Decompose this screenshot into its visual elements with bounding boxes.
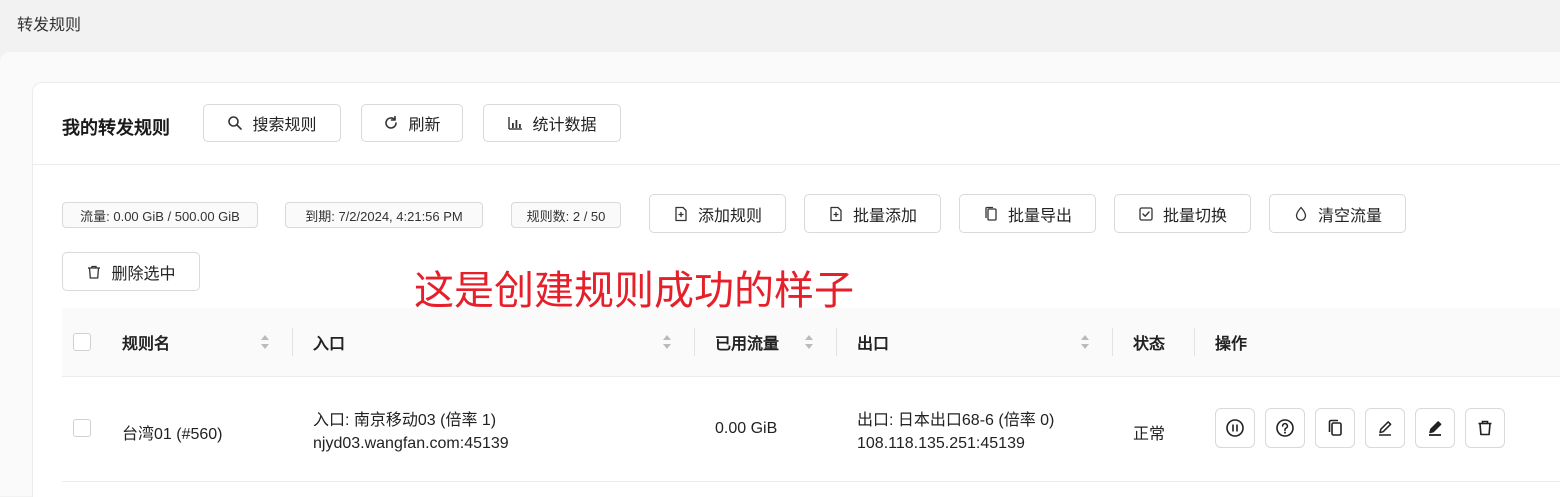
entry-address: njyd03.wangfan.com:45139 (313, 435, 509, 452)
help-icon (1276, 419, 1294, 437)
quick-edit-button[interactable] (1415, 408, 1455, 448)
search-rules-label: 搜索规则 (252, 117, 317, 134)
search-rules-button[interactable]: 搜索规则 (203, 104, 341, 142)
clear-traffic-button[interactable]: 清空流量 (1269, 194, 1406, 233)
pause-button[interactable] (1215, 408, 1255, 448)
table-row: 台湾01 (#560) 入口: 南京移动03 (倍率 1) njyd03.wan… (62, 377, 1560, 482)
help-button[interactable] (1265, 408, 1305, 448)
column-divider (1112, 328, 1113, 356)
clear-traffic-label: 清空流量 (1317, 207, 1382, 225)
delete-button[interactable] (1465, 408, 1505, 448)
delete-selected-button[interactable]: 删除选中 (62, 252, 200, 291)
pause-icon (1226, 419, 1244, 437)
rule-count-tag: 规则数: 2 / 50 (511, 202, 621, 228)
statistics-button[interactable]: 统计数据 (483, 104, 621, 142)
expiry-tag: 到期: 7/2/2024, 4:21:56 PM (285, 202, 483, 228)
edit-filled-icon (1429, 421, 1442, 436)
column-divider (292, 328, 293, 356)
entry-name: 入口: 南京移动03 (倍率 1) (313, 412, 497, 429)
batch-add-button[interactable]: 批量添加 (804, 194, 941, 233)
column-header-used-traffic[interactable]: 已用流量 (715, 308, 779, 376)
select-all-checkbox[interactable] (73, 333, 91, 351)
rule-name: 台湾01 (#560) (122, 426, 223, 443)
card-header: 我的转发规则 搜索规则 刷新 统计数据 (33, 83, 1560, 165)
copy-button[interactable] (1315, 408, 1355, 448)
column-header-actions: 操作 (1215, 336, 1248, 353)
status-text: 正常 (1133, 426, 1166, 443)
batch-export-button[interactable]: 批量导出 (959, 194, 1096, 233)
table-header: 规则名 入口 已用流量 出口 状态 操作 (62, 308, 1560, 377)
delete-selected-label: 删除选中 (111, 265, 176, 283)
sort-icon[interactable] (804, 333, 814, 351)
copy-icon (983, 206, 999, 222)
column-header-name[interactable]: 规则名 (122, 308, 170, 376)
refresh-icon (383, 115, 399, 131)
batch-add-label: 批量添加 (852, 207, 917, 225)
row-checkbox[interactable] (73, 419, 91, 437)
exit-name: 出口: 日本出口68-6 (倍率 0) (857, 412, 1055, 429)
sort-icon[interactable] (662, 333, 672, 351)
column-header-entry[interactable]: 入口 (313, 308, 345, 376)
copy-icon (1328, 419, 1342, 436)
trash-icon (1478, 420, 1492, 436)
column-divider (694, 328, 695, 356)
file-plus-icon (828, 206, 844, 222)
refresh-button[interactable]: 刷新 (361, 104, 463, 142)
page-title: 转发规则 (17, 17, 82, 34)
trash-icon (86, 264, 102, 280)
statistics-label: 统计数据 (532, 117, 597, 134)
column-divider (836, 328, 837, 356)
batch-switch-label: 批量切换 (1162, 207, 1227, 225)
search-icon (227, 115, 243, 131)
check-square-icon (1138, 206, 1154, 222)
refresh-label: 刷新 (408, 117, 441, 134)
add-rule-label: 添加规则 (697, 207, 762, 225)
sort-icon[interactable] (1080, 333, 1090, 351)
used-traffic: 0.00 GiB (715, 420, 778, 437)
drop-icon (1293, 206, 1309, 222)
traffic-tag: 流量: 0.00 GiB / 500.00 GiB (62, 202, 258, 228)
column-header-status: 状态 (1133, 336, 1166, 353)
edit-outline-icon (1379, 421, 1392, 436)
batch-switch-button[interactable]: 批量切换 (1114, 194, 1251, 233)
top-bar: 转发规则 (0, 0, 1560, 46)
batch-export-label: 批量导出 (1007, 207, 1072, 225)
card-title: 我的转发规则 (62, 118, 170, 138)
column-header-exit[interactable]: 出口 (857, 308, 889, 376)
column-divider (1194, 328, 1195, 356)
file-plus-icon (673, 206, 689, 222)
edit-button[interactable] (1365, 408, 1405, 448)
exit-address: 108.118.135.251:45139 (857, 435, 1025, 452)
add-rule-button[interactable]: 添加规则 (649, 194, 786, 233)
bar-chart-icon (507, 115, 523, 131)
sort-icon[interactable] (260, 333, 270, 351)
